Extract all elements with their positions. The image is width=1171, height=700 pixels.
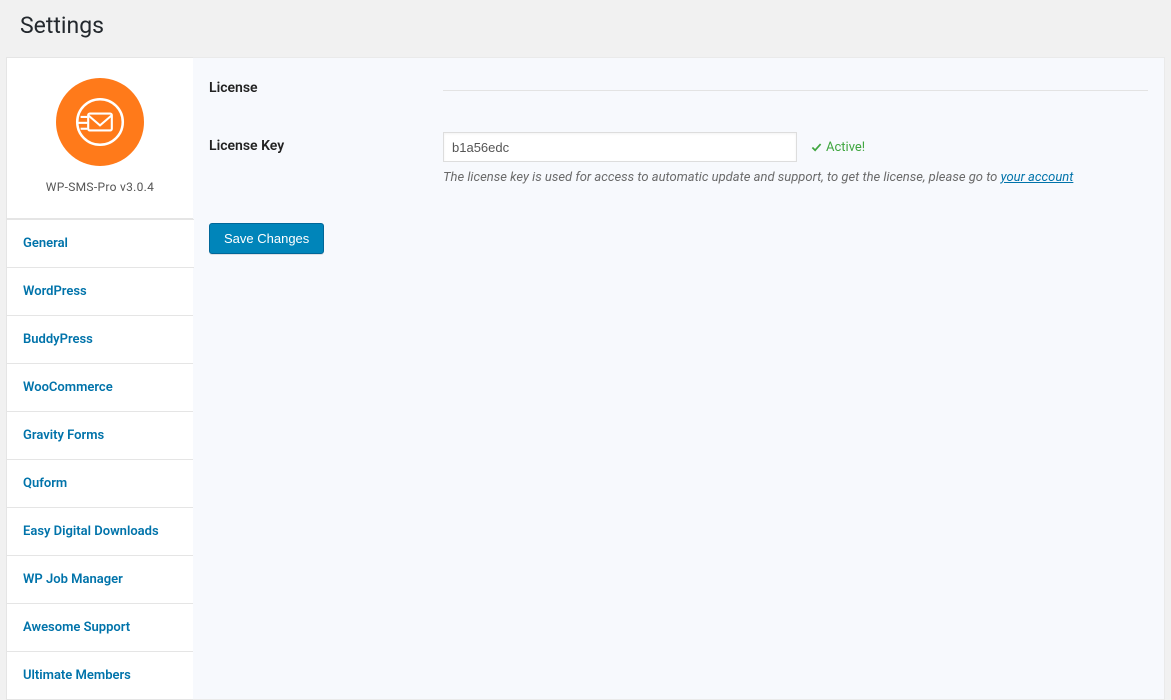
- sidebar: WP-SMS-Pro v3.0.4 GeneralWordPressBuddyP…: [6, 57, 194, 700]
- product-name: WP-SMS-Pro v3.0.4: [17, 180, 183, 194]
- your-account-link[interactable]: your account: [1001, 170, 1074, 185]
- save-button[interactable]: Save Changes: [209, 223, 324, 254]
- settings-tabs: GeneralWordPressBuddyPressWooCommerceGra…: [6, 219, 194, 700]
- tab-easy-digital-downloads[interactable]: Easy Digital Downloads: [6, 508, 194, 556]
- envelope-icon: [73, 95, 127, 149]
- tab-quform[interactable]: Quform: [6, 460, 194, 508]
- check-icon: [811, 142, 822, 153]
- license-key-input[interactable]: [443, 132, 797, 162]
- page-header: Settings: [0, 0, 1171, 51]
- license-help-prefix: The license key is used for access to au…: [443, 170, 1001, 185]
- license-help-text: The license key is used for access to au…: [443, 170, 1148, 185]
- section-heading: License: [209, 80, 443, 96]
- license-key-label: License Key: [209, 132, 443, 154]
- settings-content: License License Key Active!: [193, 57, 1165, 700]
- save-row: Save Changes: [193, 193, 1164, 254]
- license-key-input-wrap: Active!: [443, 132, 1148, 162]
- license-key-body: Active! The license key is used for acce…: [443, 132, 1148, 185]
- section-title-row: License: [209, 80, 1148, 96]
- tab-woocommerce[interactable]: WooCommerce: [6, 364, 194, 412]
- license-status-text: Active!: [826, 140, 865, 155]
- tab-general[interactable]: General: [6, 219, 194, 268]
- settings-wrap: WP-SMS-Pro v3.0.4 GeneralWordPressBuddyP…: [0, 57, 1171, 700]
- license-status: Active!: [811, 140, 865, 155]
- product-card: WP-SMS-Pro v3.0.4: [6, 57, 194, 219]
- tab-gravity-forms[interactable]: Gravity Forms: [6, 412, 194, 460]
- tab-buddypress[interactable]: BuddyPress: [6, 316, 194, 364]
- license-section: License License Key Active!: [193, 58, 1164, 185]
- section-divider: [443, 90, 1148, 91]
- tab-wp-job-manager[interactable]: WP Job Manager: [6, 556, 194, 604]
- page-title: Settings: [20, 12, 1151, 39]
- tab-ultimate-members[interactable]: Ultimate Members: [6, 652, 194, 700]
- license-key-row: License Key Active! The license key is u…: [209, 132, 1148, 185]
- tab-awesome-support[interactable]: Awesome Support: [6, 604, 194, 652]
- tab-wordpress[interactable]: WordPress: [6, 268, 194, 316]
- product-logo: [56, 78, 144, 166]
